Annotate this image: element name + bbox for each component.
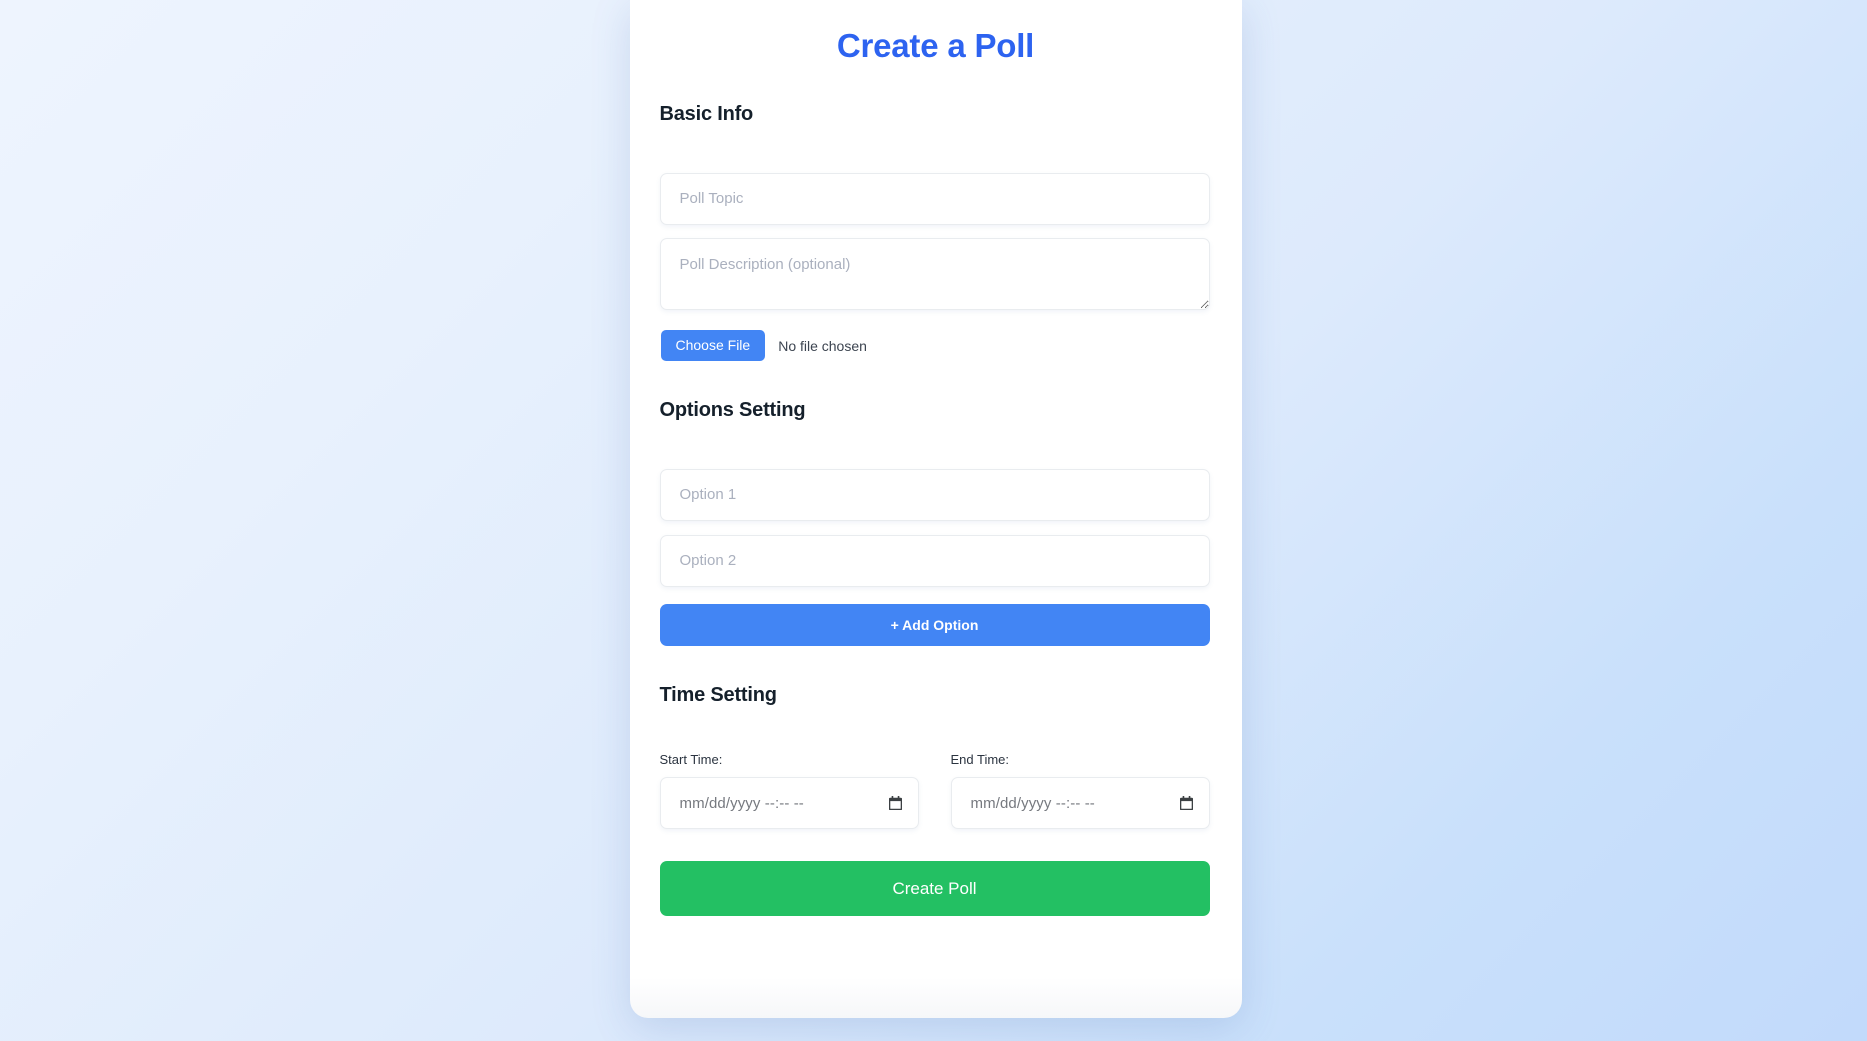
page-title: Create a Poll <box>836 27 1035 64</box>
end-time-placeholder: mm/dd/yyyy --:-- -- <box>970 794 1095 812</box>
add-option-button[interactable]: + Add Option <box>659 604 1210 647</box>
end-time-group: End Time: mm/dd/yyyy --:-- -- <box>950 752 1210 830</box>
file-upload-row: Choose File No file chosen <box>660 330 1212 362</box>
choose-file-button[interactable]: Choose File <box>660 330 766 362</box>
start-time-group: Start Time: mm/dd/yyyy --:-- -- <box>659 752 919 830</box>
option-2-input[interactable] <box>659 535 1210 588</box>
start-time-placeholder: mm/dd/yyyy --:-- -- <box>679 794 804 812</box>
time-setting-row: Start Time: mm/dd/yyyy --:-- -- End Time… <box>659 752 1212 830</box>
poll-description-input[interactable] <box>659 238 1210 310</box>
option-1-input[interactable] <box>659 469 1210 522</box>
options-fields: + Add Option <box>659 469 1212 647</box>
section-heading-options-setting: Options Setting <box>659 399 806 422</box>
poll-topic-input[interactable] <box>659 173 1210 225</box>
create-poll-button[interactable]: Create Poll <box>659 861 1210 917</box>
end-time-input[interactable]: mm/dd/yyyy --:-- -- <box>950 777 1210 830</box>
end-time-label: End Time: <box>950 752 1010 768</box>
start-time-label: Start Time: <box>659 752 723 768</box>
section-heading-basic-info: Basic Info <box>659 103 754 125</box>
basic-info-fields: Choose File No file chosen <box>659 173 1212 362</box>
calendar-icon[interactable] <box>888 796 902 811</box>
calendar-icon[interactable] <box>1179 796 1193 811</box>
start-time-input[interactable]: mm/dd/yyyy --:-- -- <box>659 777 919 830</box>
file-status-text: No file chosen <box>778 337 867 354</box>
create-poll-card: Create a Poll Basic Info Choose File No … <box>629 0 1242 1018</box>
section-heading-time-setting: Time Setting <box>659 684 777 707</box>
